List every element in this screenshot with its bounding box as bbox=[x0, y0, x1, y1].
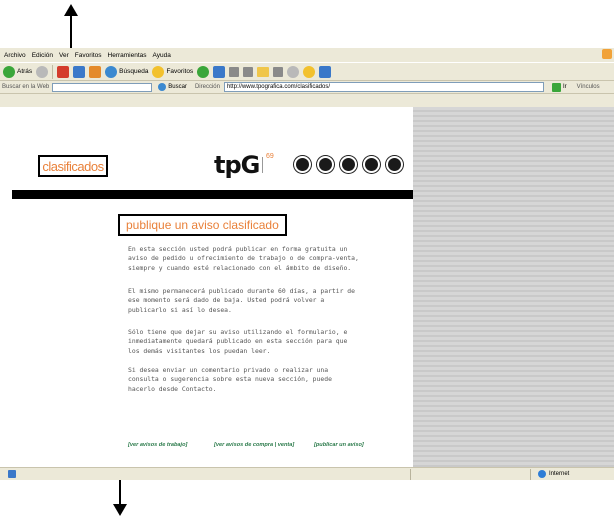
mail-icon[interactable] bbox=[213, 65, 226, 78]
print-icon[interactable] bbox=[229, 66, 240, 77]
menu-herramientas[interactable]: Herramientas bbox=[108, 52, 147, 59]
menu-ver[interactable]: Ver bbox=[59, 52, 69, 59]
nav-circle-icon-2[interactable] bbox=[317, 156, 334, 173]
edit-icon[interactable] bbox=[243, 66, 254, 77]
monitor-icon[interactable] bbox=[319, 65, 332, 78]
link-buy-sell-ads[interactable]: [ver avisos de compra | venta] bbox=[214, 442, 294, 448]
folder-icon[interactable] bbox=[257, 66, 270, 77]
forward-arrow-icon[interactable] bbox=[36, 65, 49, 78]
buscar-label: Buscar bbox=[168, 84, 187, 90]
header-divider bbox=[12, 190, 413, 199]
media-icon[interactable] bbox=[287, 65, 300, 78]
messenger-icon[interactable] bbox=[273, 66, 284, 77]
zone-label: Internet bbox=[549, 471, 570, 477]
paragraph-1: En esta sección usted podrá publicar en … bbox=[128, 245, 359, 272]
menu-archivo[interactable]: Archivo bbox=[4, 52, 26, 59]
security-zone: Internet bbox=[538, 470, 569, 478]
address-label: Dirección bbox=[194, 84, 220, 90]
go-button[interactable]: Ir bbox=[551, 82, 567, 92]
refresh-icon[interactable] bbox=[73, 65, 86, 78]
address-input[interactable]: http://www.tpografica.com/clasificados/ bbox=[223, 82, 544, 92]
browser-window: Archivo Edición Ver Favoritos Herramient… bbox=[0, 48, 614, 480]
paragraph-4: Si desea enviar un comentario privado o … bbox=[128, 366, 332, 393]
search-label: Búsqueda bbox=[119, 68, 149, 75]
nav-circle-icon-1[interactable] bbox=[294, 156, 311, 173]
favorites-star-icon bbox=[152, 65, 165, 78]
links-row: [ver avisos de trabajo] [ver avisos de c… bbox=[128, 442, 368, 452]
section-title: clasificados bbox=[38, 155, 108, 177]
paragraph-2: El mismo permanecerá publicado durante 6… bbox=[128, 287, 356, 314]
stop-icon[interactable] bbox=[57, 65, 70, 78]
section-title-text: clasificados bbox=[42, 158, 104, 174]
history-icon[interactable] bbox=[197, 65, 210, 78]
windows-logo-icon bbox=[602, 49, 612, 59]
right-frame bbox=[413, 107, 614, 467]
search-web-label: Buscar en la Web bbox=[2, 84, 50, 90]
menu-bar: Archivo Edición Ver Favoritos Herramient… bbox=[0, 48, 614, 62]
site-logo[interactable]: tpG bbox=[214, 151, 260, 179]
toolbar-separator bbox=[52, 64, 54, 79]
nav-circle-icon-3[interactable] bbox=[340, 156, 357, 173]
status-divider-2 bbox=[530, 469, 531, 480]
logo-divider bbox=[262, 157, 263, 173]
buscar-icon bbox=[158, 83, 167, 91]
extra-icon[interactable] bbox=[303, 65, 316, 78]
status-divider-1 bbox=[410, 469, 411, 480]
menu-ayuda[interactable]: Ayuda bbox=[153, 52, 171, 59]
arrow-down-head bbox=[113, 504, 127, 516]
favorites-label: Favoritos bbox=[166, 68, 194, 75]
paragraph-3: Sólo tiene que dejar su aviso utilizando… bbox=[128, 328, 348, 355]
toolbar: Atrás Búsqueda Favoritos bbox=[0, 62, 614, 81]
status-bar: Internet bbox=[0, 467, 614, 480]
address-bar: Buscar en la Web Buscar Dirección http:/… bbox=[0, 81, 614, 94]
globe-icon bbox=[538, 470, 546, 478]
back-button[interactable]: Atrás bbox=[3, 65, 33, 78]
url-text: http://www.tpografica.com/clasificados/ bbox=[226, 84, 330, 90]
headline-box: publique un aviso clasificado bbox=[118, 214, 287, 236]
logo-superscript: 69 bbox=[266, 153, 274, 160]
page-viewport: clasificados tpG 69 publique un aviso cl… bbox=[0, 107, 614, 467]
link-job-ads[interactable]: [ver avisos de trabajo] bbox=[128, 442, 187, 448]
nav-circle-icon-5[interactable] bbox=[386, 156, 403, 173]
search-web-input[interactable] bbox=[52, 82, 153, 92]
back-label: Atrás bbox=[17, 68, 33, 75]
favorites-button[interactable]: Favoritos bbox=[152, 65, 194, 78]
page-status-icon bbox=[8, 470, 16, 478]
nav-circle-icon-4[interactable] bbox=[363, 156, 380, 173]
home-icon[interactable] bbox=[89, 65, 102, 78]
back-arrow-icon bbox=[3, 65, 15, 78]
web-page: clasificados tpG 69 publique un aviso cl… bbox=[0, 107, 413, 467]
search-button[interactable]: Búsqueda bbox=[105, 65, 149, 78]
headline: publique un aviso clasificado bbox=[126, 218, 279, 232]
go-arrow-icon bbox=[551, 82, 561, 92]
menu-edicion[interactable]: Edición bbox=[32, 52, 53, 59]
menu-favoritos[interactable]: Favoritos bbox=[75, 52, 102, 59]
link-publish-ad[interactable]: [publicar un aviso] bbox=[314, 442, 364, 448]
search-icon bbox=[105, 65, 118, 78]
links-bar-label[interactable]: Vínculos bbox=[577, 84, 600, 90]
go-label: Ir bbox=[562, 84, 567, 90]
buscar-button[interactable]: Buscar bbox=[158, 83, 187, 91]
